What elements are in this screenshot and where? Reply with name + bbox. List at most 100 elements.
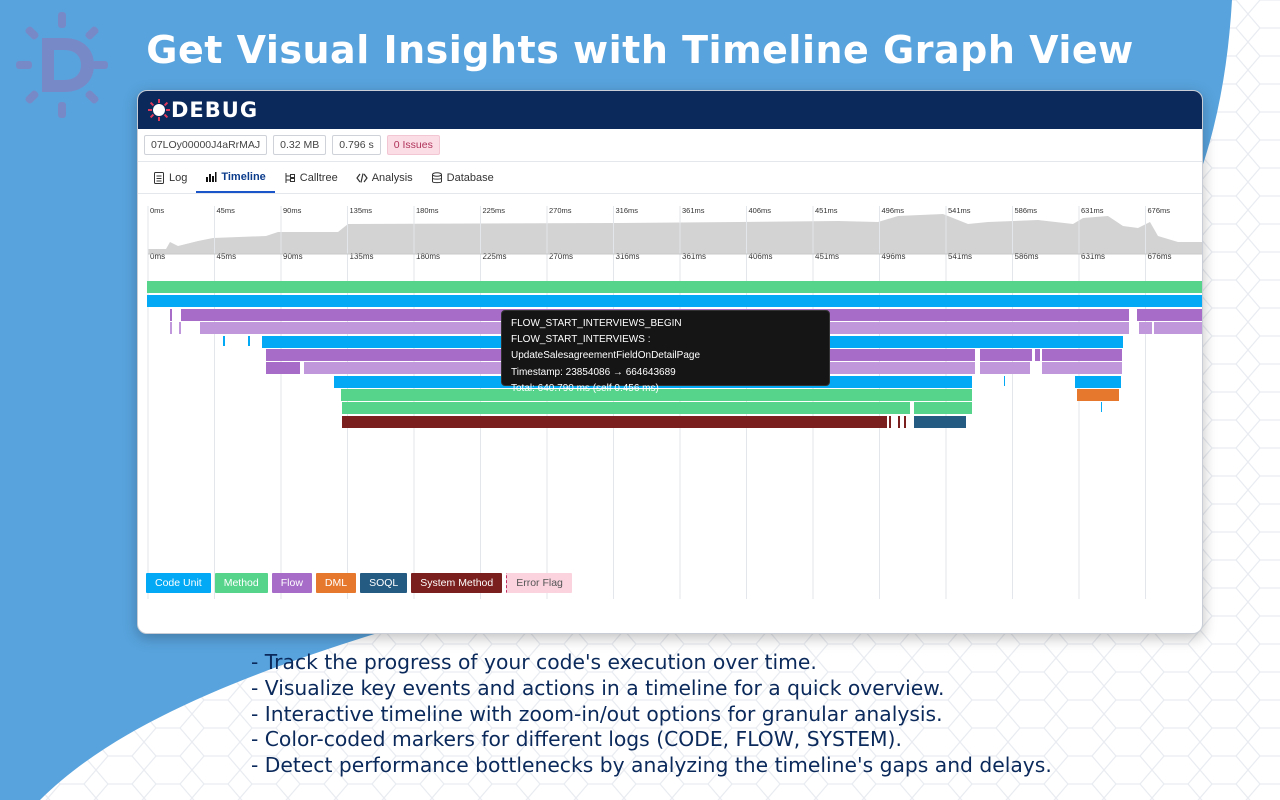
legend-item-code-unit[interactable]: Code Unit — [146, 573, 211, 593]
debug-app-window: DEBUG 07LOy00000J4aRrMAJ 0.32 MB 0.796 s… — [137, 90, 1203, 634]
log-info-bar: 07LOy00000J4aRrMAJ 0.32 MB 0.796 s 0 Iss… — [138, 129, 1202, 162]
tab-label: Timeline — [221, 170, 266, 183]
overview-tick-label: 676ms — [1148, 206, 1171, 215]
log-size-chip: 0.32 MB — [273, 135, 327, 155]
tab-calltree[interactable]: Calltree — [275, 162, 347, 193]
legend-item-dml[interactable]: DML — [315, 573, 357, 593]
view-tabs: Log Timeline Calltree Analysis Database — [138, 162, 1202, 194]
timeline-event-bar-code-unit — [147, 295, 1202, 307]
timeline-event-bar-flow — [1035, 349, 1040, 361]
code-icon — [355, 172, 368, 183]
axis-tick-label: 135ms — [350, 252, 374, 261]
overview-tick-label: 316ms — [616, 206, 639, 215]
bar-chart-icon — [206, 171, 217, 182]
duration-chip: 0.796 s — [332, 135, 381, 155]
legend: Code Unit Method Flow DML SOQL System Me… — [146, 573, 572, 593]
overview-tick-label: 90ms — [283, 206, 302, 215]
timeline-event-bar-code-unit — [1101, 402, 1102, 412]
legend-item-system-method[interactable]: System Method — [411, 573, 503, 593]
tab-timeline[interactable]: Timeline — [196, 162, 275, 193]
legend-item-flow[interactable]: Flow — [271, 573, 312, 593]
timeline-event-bar-method — [147, 281, 1202, 293]
timeline-event-bar-flow — [1137, 309, 1202, 321]
tooltip-event: FLOW_START_INTERVIEWS_BEGIN — [511, 318, 682, 329]
timeline-event-bar-system-method — [898, 416, 900, 428]
tab-label: Log — [169, 171, 188, 184]
axis-tick-label: 451ms — [815, 252, 839, 261]
overview-tick-label: 180ms — [416, 206, 439, 215]
axis-tick-label: 90ms — [283, 252, 303, 261]
tab-log[interactable]: Log — [144, 162, 196, 193]
legend-item-method[interactable]: Method — [214, 573, 268, 593]
overview-tick-label: 225ms — [483, 206, 506, 215]
timeline-event-bar-code-unit — [223, 336, 225, 346]
overview-tick-label: 270ms — [549, 206, 572, 215]
legend-item-error-flag[interactable]: Error Flag — [506, 573, 572, 593]
feature-item: - Detect performance bottlenecks by anal… — [251, 753, 1052, 778]
tooltip-detail: FLOW_START_INTERVIEWS : UpdateSalesagree… — [511, 334, 701, 362]
timeline-event-bar-method — [914, 402, 972, 414]
log-id-chip[interactable]: 07LOy00000J4aRrMAJ — [144, 135, 268, 155]
feature-item: - Color-coded markers for different logs… — [251, 727, 902, 752]
timeline-event-bar-soql — [914, 416, 966, 428]
axis-tick-label: 225ms — [483, 252, 507, 261]
overview-tick-label: 541ms — [948, 206, 971, 215]
headline: Get Visual Insights with Timeline Graph … — [146, 28, 1134, 72]
tab-database[interactable]: Database — [422, 162, 503, 193]
axis-tick-label: 496ms — [882, 252, 906, 261]
tab-label: Database — [446, 171, 494, 184]
timeline-event-bar-flow — [170, 309, 172, 321]
timeline-event-bar-flow — [266, 362, 300, 374]
axis-tick-label: 361ms — [682, 252, 706, 261]
overview-tick-label: 451ms — [815, 206, 838, 215]
overview-tick-label: 45ms — [217, 206, 236, 215]
timeline-event-bar-system-method — [889, 416, 891, 428]
axis-tick-label: 316ms — [616, 252, 640, 261]
axis-tick-label: 45ms — [217, 252, 237, 261]
overview-tick-label: 361ms — [682, 206, 705, 215]
timeline-event-bar-flow-light — [980, 362, 1030, 374]
axis-tick-label: 406ms — [749, 252, 773, 261]
timeline-event-bar-flow-light — [1139, 322, 1152, 334]
axis-tick-label: 586ms — [1015, 252, 1039, 261]
overview-tick-label: 586ms — [1015, 206, 1038, 215]
log-icon — [154, 171, 164, 184]
overview-tick-label: 496ms — [882, 206, 905, 215]
feature-item: - Interactive timeline with zoom-in/out … — [251, 701, 943, 726]
tab-label: Analysis — [371, 171, 413, 184]
database-icon — [431, 171, 442, 183]
debug-bug-icon — [148, 99, 170, 121]
app-header: DEBUG — [138, 91, 1202, 129]
timeline-event-bar-dml — [1077, 389, 1119, 401]
timeline-event-bar-system-method — [904, 416, 906, 428]
timeline-event-bar-code-unit — [1004, 376, 1005, 386]
axis-tick-label: 180ms — [416, 252, 440, 261]
brand: DEBUG — [148, 98, 258, 122]
timeline-event-bar-flow — [980, 349, 1032, 361]
axis-tick-label: 676ms — [1148, 252, 1172, 261]
brand-name: DEBUG — [171, 98, 259, 122]
tab-analysis[interactable]: Analysis — [347, 162, 422, 193]
timeline-event-bar-flow — [1042, 349, 1122, 361]
overview-tick-label: 631ms — [1081, 206, 1104, 215]
timeline-event-bar-system-method — [342, 416, 887, 428]
issues-badge[interactable]: 0 Issues — [386, 135, 440, 155]
tooltip-total: Total: 640.790 ms (self 0.456 ms) — [511, 382, 659, 394]
feature-list: - Track the progress of your code's exec… — [251, 650, 1052, 779]
overview-tick-label: 135ms — [350, 206, 373, 215]
calltree-icon — [285, 172, 295, 183]
timeline-event-bar-flow-light — [1154, 322, 1202, 334]
legend-item-soql[interactable]: SOQL — [360, 573, 408, 593]
axis-tick-label: 631ms — [1081, 252, 1105, 261]
timeline-event-bar-code-unit — [248, 336, 250, 346]
overview-tick-label: 0ms — [150, 206, 164, 215]
axis-tick-label: 541ms — [948, 252, 972, 261]
overview-tick-label: 406ms — [749, 206, 772, 215]
timeline-event-bar-flow-light — [179, 322, 181, 334]
event-tooltip: FLOW_START_INTERVIEWS_BEGIN FLOW_START_I… — [501, 310, 830, 394]
feature-item: - Track the progress of your code's exec… — [251, 650, 817, 674]
tooltip-timestamp: Timestamp: 23854086 → 664643689 — [511, 366, 676, 378]
tab-label: Calltree — [299, 171, 338, 184]
axis-tick-label: 0ms — [150, 252, 165, 261]
feature-item: - Visualize key events and actions in a … — [251, 675, 945, 700]
